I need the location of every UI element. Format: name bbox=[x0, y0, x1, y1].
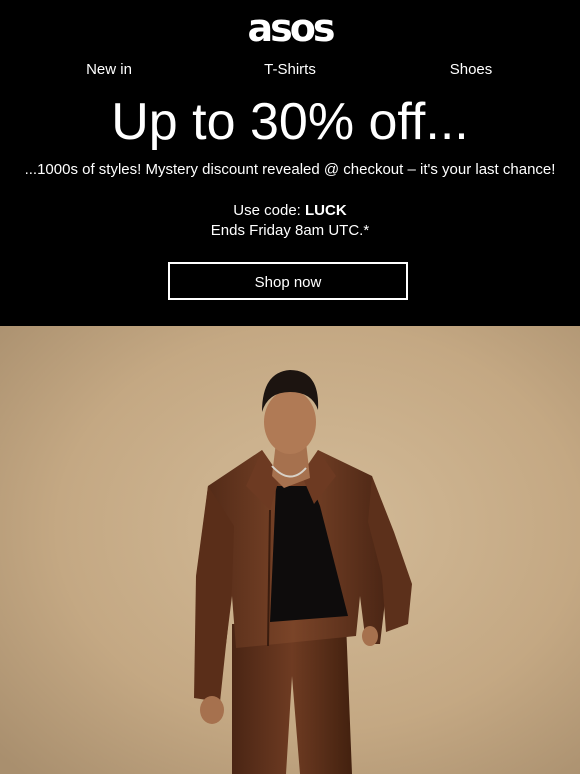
nav-item-new-in[interactable]: New in bbox=[86, 61, 132, 79]
asos-logo[interactable]: asos bbox=[0, 8, 580, 48]
promo-code: LUCK bbox=[305, 202, 347, 219]
hero-model-illustration bbox=[0, 326, 580, 774]
top-nav: New in T-Shirts Shoes bbox=[0, 61, 580, 81]
promo-subline: ...1000s of styles! Mystery discount rev… bbox=[24, 161, 556, 178]
promo-email: asos New in T-Shirts Shoes Up to 30% off… bbox=[0, 0, 580, 774]
promo-code-line: Use code: LUCK bbox=[0, 201, 580, 220]
shop-now-button[interactable]: Shop now bbox=[168, 262, 408, 300]
promo-end-date: Ends Friday 8am UTC.* bbox=[210, 222, 370, 239]
hero-image[interactable] bbox=[0, 326, 580, 774]
promo-code-prefix: Use code: bbox=[233, 202, 306, 219]
promo-headline: Up to 30% off... bbox=[111, 93, 469, 151]
nav-item-t-shirts[interactable]: T-Shirts bbox=[264, 61, 316, 79]
nav-item-shoes[interactable]: Shoes bbox=[450, 61, 493, 79]
email-header: asos New in T-Shirts Shoes Up to 30% off… bbox=[0, 0, 580, 326]
